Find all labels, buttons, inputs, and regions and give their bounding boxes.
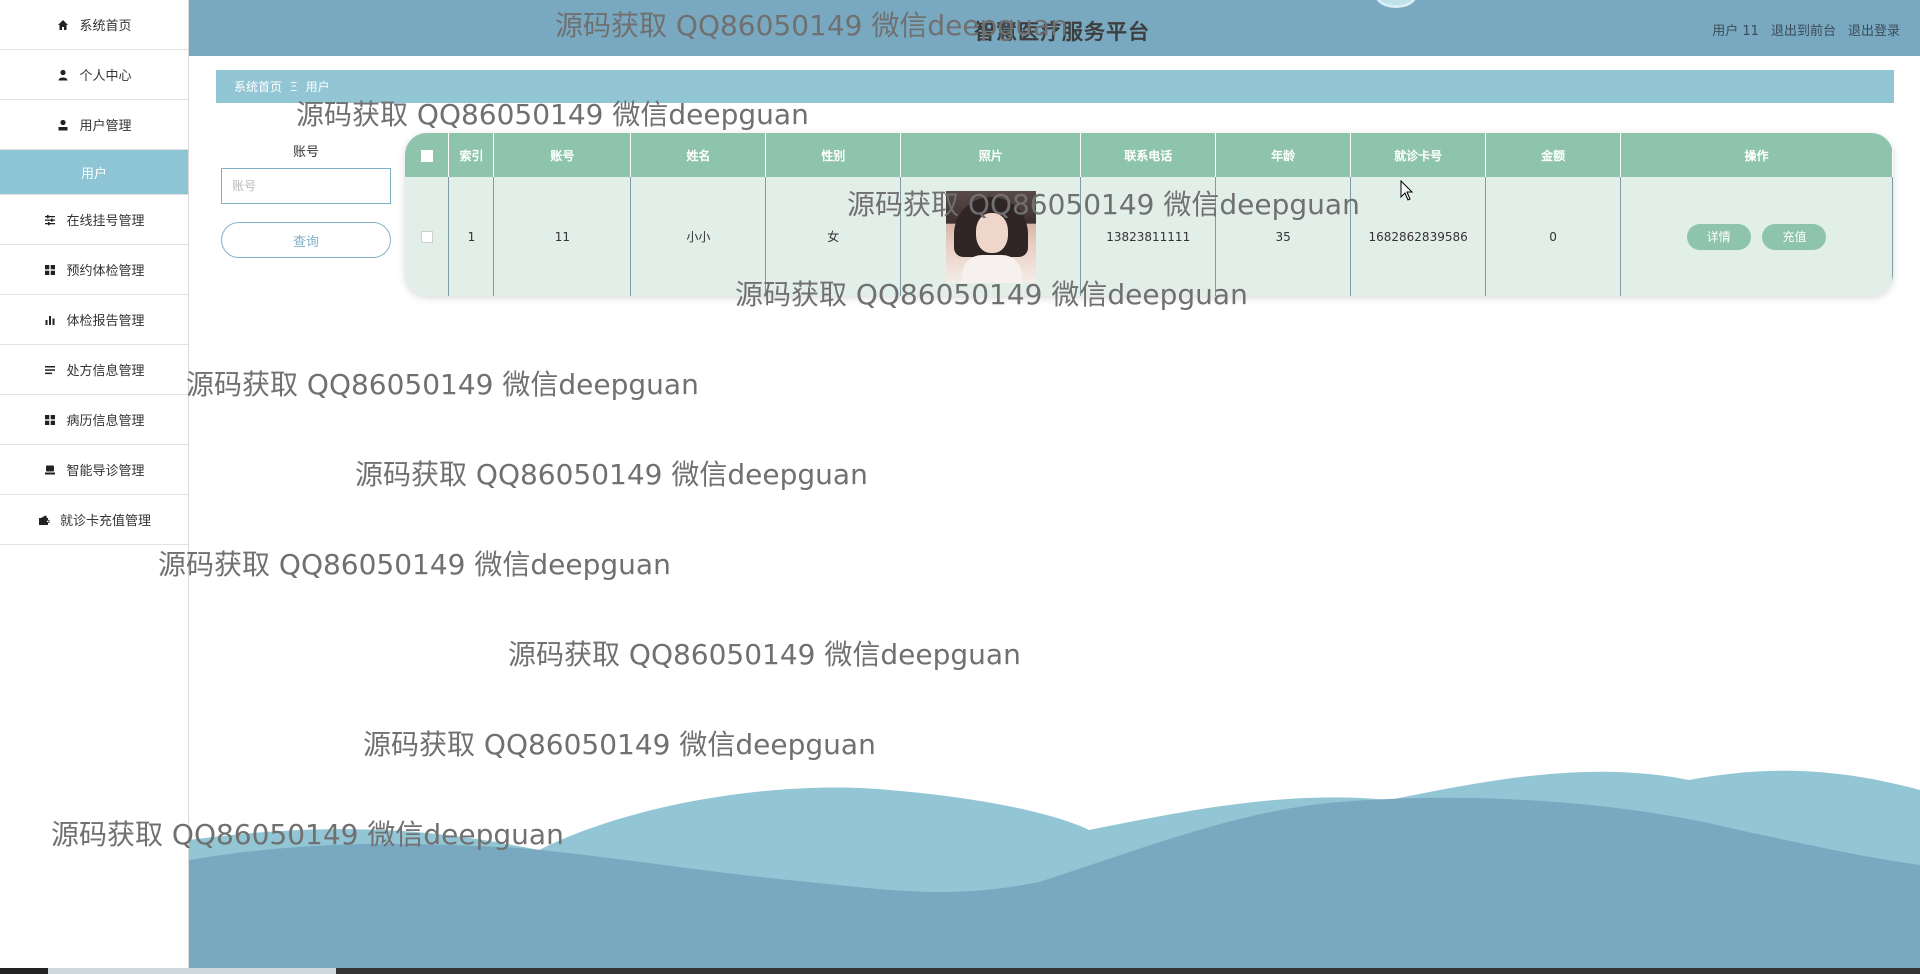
sidebar-item-label: 体检报告管理 xyxy=(66,314,145,329)
mouse-cursor-icon xyxy=(1400,180,1414,201)
column-header: 索引 xyxy=(448,133,495,177)
header-links: 用户 11 退出到前台 退出登录 xyxy=(1712,20,1900,39)
column-header: 年龄 xyxy=(1215,133,1352,177)
user-icon xyxy=(56,68,70,82)
sidebar-item-checkup[interactable]: 预约体检管理 xyxy=(0,245,188,295)
sidebar-item-registration[interactable]: 在线挂号管理 xyxy=(0,195,188,245)
recharge-button[interactable]: 充值 xyxy=(1762,223,1827,250)
cell-phone: 13823811111 xyxy=(1080,177,1217,296)
column-header: 金额 xyxy=(1485,133,1622,177)
sidebar-item-label: 预约体检管理 xyxy=(66,264,145,279)
sidebar-item-home[interactable]: 系统首页 xyxy=(0,0,188,50)
current-user-label: 用户 11 xyxy=(1712,24,1759,39)
column-header: 姓名 xyxy=(630,133,767,177)
printer-icon xyxy=(43,463,57,477)
sidebar-item-prescription[interactable]: 处方信息管理 xyxy=(0,345,188,395)
grid-icon xyxy=(43,263,57,277)
sidebar-item-label: 个人中心 xyxy=(79,69,132,84)
column-header: 就诊卡号 xyxy=(1350,133,1487,177)
column-header: 照片 xyxy=(900,133,1082,177)
search-account-input[interactable] xyxy=(221,168,391,204)
column-header: 性别 xyxy=(765,133,902,177)
watermark-text: 源码获取 QQ86050149 微信deepguan xyxy=(158,548,671,581)
wallet-icon xyxy=(37,513,51,527)
sidebar-item-label: 在线挂号管理 xyxy=(66,214,145,229)
column-header: 操作 xyxy=(1620,133,1893,177)
bar-chart-icon xyxy=(43,313,57,327)
back-to-front-link[interactable]: 退出到前台 xyxy=(1771,20,1836,39)
breadcrumb-separator: Ξ xyxy=(290,79,298,94)
sidebar-item-guide[interactable]: 智能导诊管理 xyxy=(0,445,188,495)
header-decoration xyxy=(1375,0,1417,8)
sidebar-item-label: 系统首页 xyxy=(79,19,132,34)
sidebar-item-label: 用户 xyxy=(80,166,107,182)
sidebar-item-report[interactable]: 体检报告管理 xyxy=(0,295,188,345)
search-button[interactable]: 查询 xyxy=(221,222,391,258)
select-all-header xyxy=(405,133,450,177)
sidebar-item-label: 智能导诊管理 xyxy=(66,464,145,479)
cell-name: 小小 xyxy=(630,177,767,296)
cell-account: 11 xyxy=(493,177,632,296)
cell-photo xyxy=(900,177,1082,296)
cell-actions: 详情 充值 xyxy=(1620,177,1893,296)
decorative-waves xyxy=(189,770,1920,968)
detail-button[interactable]: 详情 xyxy=(1686,223,1751,250)
logout-link[interactable]: 退出登录 xyxy=(1848,20,1900,39)
table-header-row: 索引 账号 姓名 性别 照片 联系电话 年龄 就诊卡号 金额 操作 xyxy=(405,133,1893,177)
sidebar: 系统首页 个人中心 用户管理 用户 在线挂号管理 预约体检管理 体检报告管理 处… xyxy=(0,0,189,968)
cell-card-no: 1682862839586 xyxy=(1350,177,1487,296)
row-select-cell xyxy=(405,177,450,296)
row-checkbox[interactable] xyxy=(420,231,433,243)
app-title: 智慧医疗服务平台 xyxy=(974,20,1150,44)
sidebar-item-recharge[interactable]: 就诊卡充值管理 xyxy=(0,495,188,545)
watermark-text: 源码获取 QQ86050149 微信deepguan xyxy=(186,368,699,401)
user-manage-icon xyxy=(56,118,70,132)
sidebar-item-label: 用户管理 xyxy=(79,119,132,134)
user-photo xyxy=(945,190,1036,283)
watermark-text: 源码获取 QQ86050149 微信deepguan xyxy=(355,458,868,491)
user-table: 索引 账号 姓名 性别 照片 联系电话 年龄 就诊卡号 金额 操作 1 11 小… xyxy=(405,133,1893,296)
cell-age: 35 xyxy=(1215,177,1352,296)
breadcrumb-home[interactable]: 系统首页 xyxy=(234,78,282,95)
breadcrumb-current: 用户 xyxy=(305,80,330,94)
top-header: 智慧医疗服务平台 用户 11 退出到前台 退出登录 xyxy=(189,0,1920,56)
sidebar-item-label: 就诊卡充值管理 xyxy=(59,514,151,529)
cell-index: 1 xyxy=(448,177,495,296)
list-icon xyxy=(43,363,57,377)
grid-icon xyxy=(43,413,57,427)
sidebar-item-records[interactable]: 病历信息管理 xyxy=(0,395,188,445)
table-row: 1 11 小小 女 13823811111 35 1682862839586 0… xyxy=(405,177,1893,296)
sidebar-item-label: 处方信息管理 xyxy=(66,364,145,379)
bottom-strip xyxy=(0,968,1920,974)
column-header: 账号 xyxy=(493,133,632,177)
select-all-checkbox[interactable] xyxy=(420,149,433,162)
watermark-text: 源码获取 QQ86050149 微信deepguan xyxy=(363,728,876,761)
sliders-icon xyxy=(43,213,57,227)
column-header: 联系电话 xyxy=(1080,133,1217,177)
cell-gender: 女 xyxy=(765,177,902,296)
search-account-label: 账号 xyxy=(293,145,320,160)
watermark-text: 源码获取 QQ86050149 微信deepguan xyxy=(508,638,1021,671)
sidebar-item-user-manage[interactable]: 用户管理 xyxy=(0,100,188,150)
cell-amount: 0 xyxy=(1485,177,1622,296)
sidebar-item-label: 病历信息管理 xyxy=(66,414,145,429)
sidebar-item-users[interactable]: 用户 xyxy=(0,150,188,195)
sidebar-item-profile[interactable]: 个人中心 xyxy=(0,50,188,100)
breadcrumb: 系统首页 Ξ 用户 xyxy=(216,70,1894,103)
home-icon xyxy=(56,18,70,32)
